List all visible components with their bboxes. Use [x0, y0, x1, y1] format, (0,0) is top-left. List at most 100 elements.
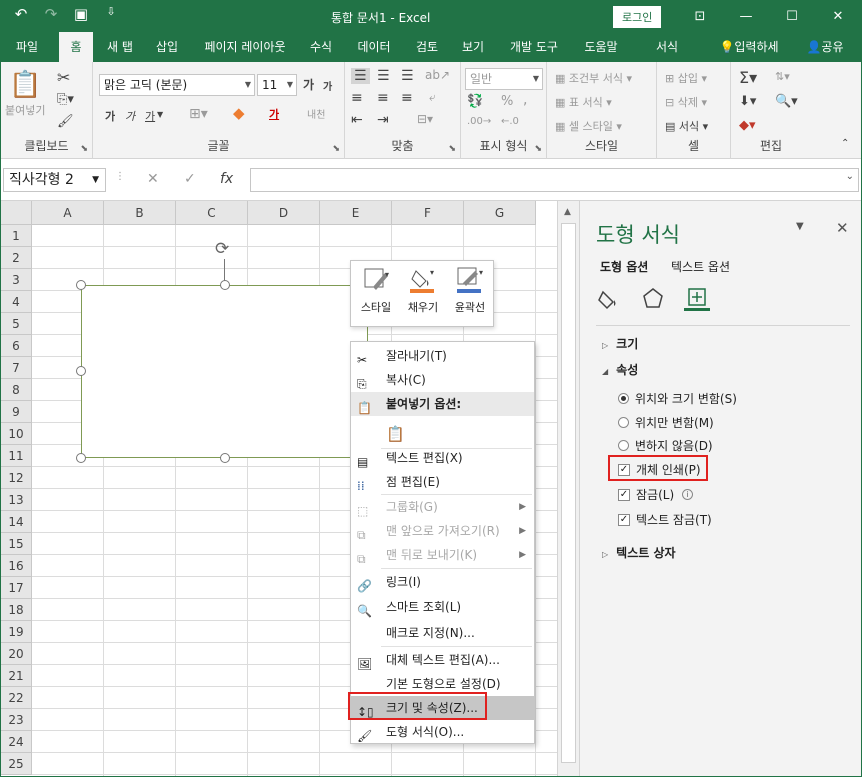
paste-label[interactable]: 붙여넣기: [5, 102, 45, 118]
find-select-icon[interactable]: 🔍▾: [775, 94, 798, 109]
row-header[interactable]: 17: [1, 577, 32, 599]
scroll-thumb[interactable]: [561, 223, 576, 763]
menu-item-link[interactable]: 🔗 링크(I): [351, 570, 534, 594]
row-header[interactable]: 1: [1, 225, 32, 247]
fill-icon[interactable]: ⬇▾: [739, 94, 756, 109]
ribbon-display-options-icon[interactable]: ⊡: [677, 1, 723, 31]
menu-item-group[interactable]: ⬚ 그룹화(G) ▶: [351, 495, 534, 519]
insert-function-button[interactable]: fx: [220, 171, 233, 187]
maximize-icon[interactable]: ☐: [769, 1, 815, 31]
chevron-down-icon[interactable]: ⌄: [846, 171, 854, 182]
autosum-icon[interactable]: Σ▾: [739, 68, 757, 87]
close-icon[interactable]: ✕: [815, 1, 861, 31]
column-header[interactable]: G: [464, 201, 536, 225]
format-cells-button[interactable]: ▤ 서식 ▾: [665, 118, 708, 134]
tab-data[interactable]: 데이터: [349, 32, 399, 62]
menu-item-edit-points[interactable]: ⁞⁞ 점 편집(E): [351, 470, 534, 494]
percent-button[interactable]: %: [501, 94, 513, 109]
phonetic-button[interactable]: 내천: [307, 106, 325, 121]
shape-outline-button[interactable]: ▾ 윤곽선: [447, 265, 493, 315]
row-header[interactable]: 11: [1, 445, 32, 467]
align-bottom-icon[interactable]: ☰: [401, 68, 414, 84]
menu-item-send-to-back[interactable]: ⧉ 맨 뒤로 보내기(K) ▶: [351, 543, 534, 567]
menu-item-copy[interactable]: ⎘ 복사(C): [351, 368, 534, 392]
paste-option-button[interactable]: 📋: [351, 416, 534, 446]
menu-item-cut[interactable]: ✂ 잘라내기(T): [351, 344, 534, 368]
row-header[interactable]: 20: [1, 643, 32, 665]
format-painter-icon[interactable]: 🖌: [57, 114, 74, 129]
row-header[interactable]: 3: [1, 269, 32, 291]
minimize-icon[interactable]: —: [723, 1, 769, 31]
sort-filter-icon[interactable]: ⇅▾: [775, 70, 790, 83]
shape-fill-button[interactable]: ▾ 채우기: [400, 265, 446, 315]
tab-formulas[interactable]: 수식: [303, 32, 339, 62]
row-header[interactable]: 15: [1, 533, 32, 555]
customize-qat-icon[interactable]: ⇩: [101, 5, 121, 23]
orientation-icon[interactable]: ab↗: [425, 68, 450, 82]
row-header[interactable]: 4: [1, 291, 32, 313]
resize-handle[interactable]: [76, 366, 86, 376]
row-header[interactable]: 25: [1, 753, 32, 775]
grow-font-button[interactable]: 가: [303, 76, 314, 93]
row-header[interactable]: 22: [1, 687, 32, 709]
font-color-icon[interactable]: 가: [269, 106, 279, 122]
row-header[interactable]: 8: [1, 379, 32, 401]
row-header[interactable]: 2: [1, 247, 32, 269]
share-button[interactable]: 👤공유: [795, 32, 855, 62]
name-box[interactable]: 직사각형 2 ▼: [3, 168, 106, 192]
font-name-combo[interactable]: 맑은 고딕 (본문) ▼: [99, 74, 255, 96]
menu-item-bring-to-front[interactable]: ⧉ 맨 앞으로 가져오기(R) ▶: [351, 519, 534, 543]
row-header[interactable]: 12: [1, 467, 32, 489]
shape-style-button[interactable]: ▾ 스타일: [353, 265, 399, 315]
menu-item-edit-text[interactable]: ▤ 텍스트 편집(X): [351, 446, 534, 470]
increase-indent-icon[interactable]: ⇥: [377, 112, 389, 128]
vertical-scrollbar[interactable]: ▲: [557, 201, 579, 776]
tell-me-search[interactable]: 💡입력하세: [713, 32, 785, 62]
fill-color-icon[interactable]: ◆: [233, 104, 245, 122]
tab-file[interactable]: 파일: [5, 32, 49, 62]
border-icon[interactable]: ⊞▾: [189, 106, 208, 122]
save-icon[interactable]: ▣: [71, 5, 91, 23]
alignment-launcher-icon[interactable]: ⬊: [448, 144, 456, 154]
row-header[interactable]: 10: [1, 423, 32, 445]
row-header[interactable]: 7: [1, 357, 32, 379]
section-text-box[interactable]: ▷ 텍스트 상자: [602, 544, 676, 561]
row-header[interactable]: 19: [1, 621, 32, 643]
enter-icon[interactable]: ✓: [184, 171, 196, 187]
currency-icon[interactable]: 💱: [467, 94, 483, 109]
align-right-icon[interactable]: ≡: [401, 90, 413, 106]
clear-icon[interactable]: ◆▾: [739, 118, 756, 133]
row-header[interactable]: 18: [1, 599, 32, 621]
row-header[interactable]: 14: [1, 511, 32, 533]
tab-format[interactable]: 서식: [635, 32, 699, 62]
row-header[interactable]: 9: [1, 401, 32, 423]
tab-help[interactable]: 도움말: [575, 32, 627, 62]
cancel-icon[interactable]: ✕: [147, 171, 159, 187]
delete-cells-button[interactable]: ⊟ 삭제 ▾: [665, 94, 707, 110]
row-header[interactable]: 6: [1, 335, 32, 357]
underline-button[interactable]: 가: [145, 108, 155, 124]
checkbox-locked[interactable]: ✓ 잠금(L) i: [618, 486, 694, 503]
redo-icon[interactable]: ↷: [41, 5, 61, 23]
tab-developer[interactable]: 개발 도구: [501, 32, 567, 62]
checkbox-lock-text[interactable]: ✓ 텍스트 잠금(T): [618, 511, 712, 528]
column-header[interactable]: A: [32, 201, 104, 225]
resize-handle[interactable]: [220, 453, 230, 463]
paste-icon[interactable]: 📋: [9, 70, 41, 100]
number-format-combo[interactable]: 일반 ▼: [465, 68, 543, 90]
effects-icon[interactable]: [640, 285, 666, 311]
menu-item-smart-lookup[interactable]: 🔍 스마트 조회(L): [351, 595, 534, 619]
resize-handle[interactable]: [76, 280, 86, 290]
cell-styles-button[interactable]: ▦ 셀 스타일 ▾: [555, 118, 622, 134]
undo-icon[interactable]: ↶: [11, 5, 31, 23]
scroll-up-icon[interactable]: ▲: [564, 207, 571, 217]
decrease-indent-icon[interactable]: ⇤: [351, 112, 363, 128]
section-size[interactable]: ▷ 크기: [602, 335, 638, 352]
copy-icon[interactable]: ⎘▾: [57, 92, 74, 107]
tab-review[interactable]: 검토: [407, 32, 447, 62]
login-button[interactable]: 로그인: [613, 6, 662, 28]
column-header[interactable]: F: [392, 201, 464, 225]
select-all-corner[interactable]: [1, 201, 32, 225]
menu-item-alt-text[interactable]: 🖼 대체 텍스트 편집(A)...: [351, 648, 534, 672]
insert-cells-button[interactable]: ⊞ 삽입 ▾: [665, 70, 707, 86]
